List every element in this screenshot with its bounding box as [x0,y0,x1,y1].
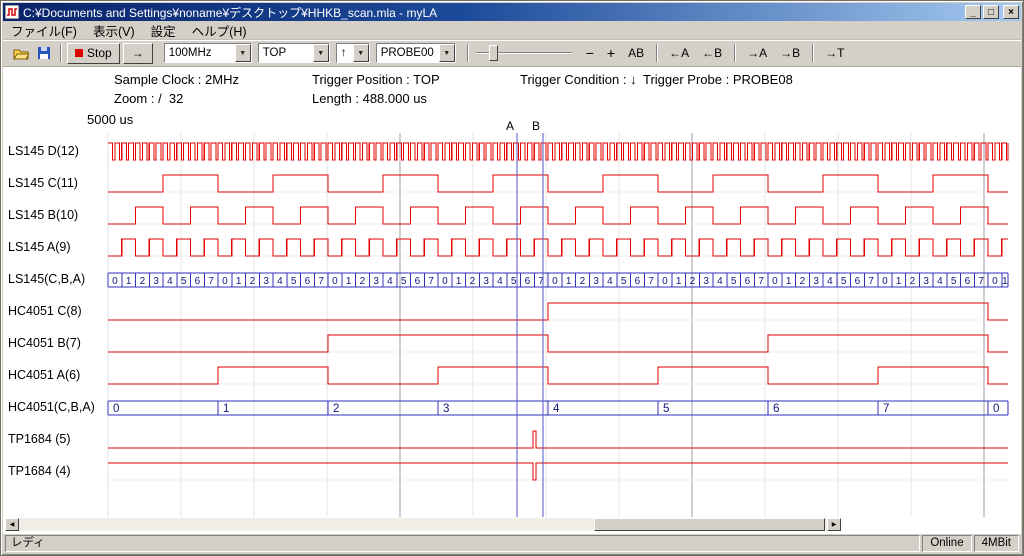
horizontal-scrollbar[interactable]: ◀ ▶ [5,518,841,531]
toolbar-separator [656,44,658,62]
trigger-probe-value: PROBE00 [377,47,439,59]
save-floppy-icon [37,46,51,60]
menu-file[interactable]: ファイル(F) [3,20,85,41]
goto-b-prev-button[interactable]: ←B [696,43,728,64]
trigger-position-value: TOP [259,47,313,59]
waveform-client-area [3,67,1021,534]
chevron-down-icon[interactable]: ▼ [353,44,369,62]
toolbar-separator [467,44,469,62]
chevron-down-icon[interactable]: ▼ [439,44,455,62]
sample-clock-combo[interactable]: 100MHz ▼ [164,43,252,63]
zoom-out-button[interactable]: − [580,43,600,64]
status-online-badge: Online [922,535,971,552]
app-icon-image [5,5,19,19]
app-icon[interactable] [5,5,20,19]
toolbar: Stop → 100MHz ▼ TOP ▼ ↑ ▼ PROBE00 ▼ − + … [3,40,1021,67]
zoom-slider[interactable] [476,43,572,63]
zoom-in-button[interactable]: + [601,43,621,64]
save-button[interactable] [32,42,55,64]
stop-label: Stop [87,46,112,60]
maximize-icon: □ [988,7,994,18]
goto-a-next-button[interactable]: →A [741,43,773,64]
trigger-position-combo[interactable]: TOP ▼ [258,43,330,63]
stop-button[interactable]: Stop [67,43,120,64]
stop-icon [75,49,83,57]
goto-a-prev-button[interactable]: ←A [663,43,695,64]
scroll-thumb[interactable] [594,518,825,531]
goto-b-next-button[interactable]: →B [774,43,806,64]
menu-view[interactable]: 表示(V) [85,20,143,41]
open-button[interactable] [9,42,32,64]
status-message: レディ [5,535,920,552]
menu-help[interactable]: ヘルプ(H) [184,20,255,41]
open-folder-icon [13,47,29,60]
status-memory-badge: 4MBit [974,535,1019,552]
minimize-button[interactable]: _ [965,5,981,19]
run-button[interactable]: → [123,43,153,64]
scroll-left-icon: ◀ [10,521,15,528]
minimize-icon: _ [970,7,976,18]
maximize-button[interactable]: □ [983,5,999,19]
menu-settings[interactable]: 設定 [143,20,184,41]
slider-thumb[interactable] [489,45,498,61]
menu-bar: ファイル(F) 表示(V) 設定 ヘルプ(H) [3,21,1021,40]
app-window: { "window": { "title": "C:¥Documents and… [0,0,1024,556]
goto-trigger-button[interactable]: →T [819,43,850,64]
toolbar-separator [812,44,814,62]
close-button[interactable]: × [1003,5,1019,19]
status-bar: レディ Online 4MBit [3,534,1021,553]
scroll-right-icon: ▶ [832,521,837,528]
title-bar[interactable]: C:¥Documents and Settings¥noname¥デスクトップ¥… [3,3,1021,21]
scroll-track[interactable] [19,518,827,531]
trigger-probe-combo[interactable]: PROBE00 ▼ [376,43,456,63]
toolbar-separator [60,44,62,62]
scroll-right-button[interactable]: ▶ [827,518,841,531]
ab-button[interactable]: AB [622,43,650,64]
trigger-edge-value: ↑ [337,47,353,59]
chevron-down-icon[interactable]: ▼ [235,44,251,62]
sample-clock-value: 100MHz [165,47,235,59]
scroll-left-button[interactable]: ◀ [5,518,19,531]
chevron-down-icon[interactable]: ▼ [313,44,329,62]
trigger-edge-combo[interactable]: ↑ ▼ [336,43,370,63]
close-icon: × [1008,7,1014,18]
window-title: C:¥Documents and Settings¥noname¥デスクトップ¥… [23,4,963,21]
toolbar-separator [734,44,736,62]
